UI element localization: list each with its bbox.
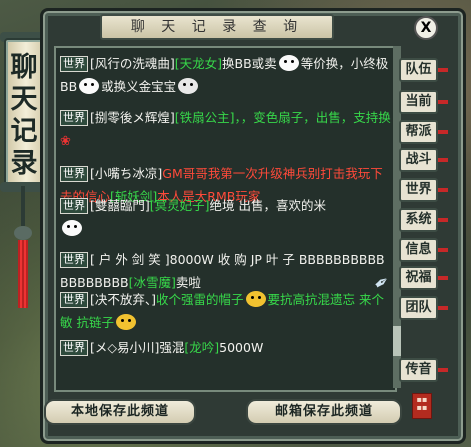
message-text: 或换义金宝宝 [101, 79, 177, 94]
tassel-cord [21, 186, 25, 226]
mention-link[interactable]: [铁扇公主] [175, 110, 235, 125]
mention-link[interactable]: [天龙女] [175, 56, 222, 71]
channel-button-group[interactable]: 团队 [399, 296, 448, 320]
sender-name[interactable]: [雙囍臨門] [90, 198, 150, 213]
channel-button-info[interactable]: 信息 [399, 238, 448, 262]
channel-button-world[interactable]: 世界 [399, 178, 448, 202]
emoticon-icon [278, 55, 299, 71]
sender-name[interactable]: [メ◇易小川] [90, 340, 159, 355]
channel-button-battle[interactable]: 战斗 [399, 148, 448, 172]
list-item: 世界 [决不放弃、]收个强雷的帽子 要抗高抗混遗忘 来个敏 抗链子 [60, 288, 391, 334]
window-title: 聊 天 记 录 查 询 [100, 14, 334, 40]
sender-name[interactable]: [ 户 外 剑 笑 ] [90, 252, 170, 267]
message-text: 收个强雷的帽子 [156, 292, 244, 307]
chat-history-panel[interactable]: 世界 [风行の洗魂曲][天龙女]换BB或卖 等价换，小终极BB 或换义金宝宝 世界 [捌… [54, 46, 397, 392]
sender-name[interactable]: [捌零後メ辉煌] [90, 110, 175, 125]
channel-button-whisper[interactable]: 传音 [399, 358, 448, 382]
sender-name[interactable]: [风行の洗魂曲] [90, 56, 175, 71]
local-save-button[interactable]: 本地保存此频道 [44, 399, 196, 425]
list-item: 世界 [メ◇易小川]强混[龙吟]5000W [60, 336, 391, 359]
channel-button-guild[interactable]: 帮派 [399, 120, 448, 144]
mail-save-button[interactable]: 邮箱保存此频道 [246, 399, 402, 425]
channel-tag: 世界 [60, 252, 88, 268]
message-text: 5000W [219, 340, 264, 355]
list-item: 世界 [雙囍臨門][冥灵妃子]绝境 出售，喜欢的米 [60, 194, 391, 240]
emoticon-icon [62, 220, 82, 236]
sender-name[interactable]: [决不放弃、] [90, 292, 156, 307]
tassel-fringe [18, 240, 28, 308]
message-text: 换BB或卖 [222, 56, 277, 71]
seal-stamp-icon: ▪▪ ▪▪ [412, 393, 432, 419]
close-icon[interactable]: X [414, 16, 438, 40]
list-item: 世界 [捌零後メ辉煌][铁扇公主]，，变色扇子，出售，支持换 ❀ [60, 106, 391, 153]
tassel-knot [14, 226, 32, 240]
channel-button-system[interactable]: 系统 [399, 208, 448, 232]
scrollbar-thumb[interactable] [393, 326, 401, 356]
channel-tag: 世界 [60, 340, 88, 356]
list-item: 世界 [风行の洗魂曲][天龙女]换BB或卖 等价换，小终极BB 或换义金宝宝 [60, 52, 391, 98]
channel-tag: 世界 [60, 198, 88, 214]
channel-tag: 世界 [60, 292, 88, 308]
side-banner-title: 聊天记录 [10, 52, 38, 179]
emoticon-icon [79, 78, 100, 94]
rose-icon: ❀ [60, 134, 71, 149]
message-text: ，，变色扇子，出售，支持换 [234, 110, 391, 125]
sender-name[interactable]: [小嘴ち冰凉] [90, 166, 162, 181]
emoticon-icon [245, 291, 266, 307]
emoticon-icon [115, 314, 136, 330]
channel-button-team[interactable]: 队伍 [399, 58, 448, 82]
channel-tag: 世界 [60, 166, 88, 182]
channel-button-blessing[interactable]: 祝福 [399, 266, 448, 290]
mention-link[interactable]: [龙吟] [184, 340, 219, 355]
channel-button-current[interactable]: 当前 [399, 90, 448, 114]
channel-tag: 世界 [60, 56, 88, 72]
emoticon-icon [178, 78, 199, 94]
mention-link[interactable]: [冥灵妃子] [150, 198, 210, 213]
channel-tag: 世界 [60, 110, 88, 126]
message-text: 强混 [159, 340, 185, 355]
message-text: 绝境 出售，喜欢的米 [209, 198, 327, 213]
